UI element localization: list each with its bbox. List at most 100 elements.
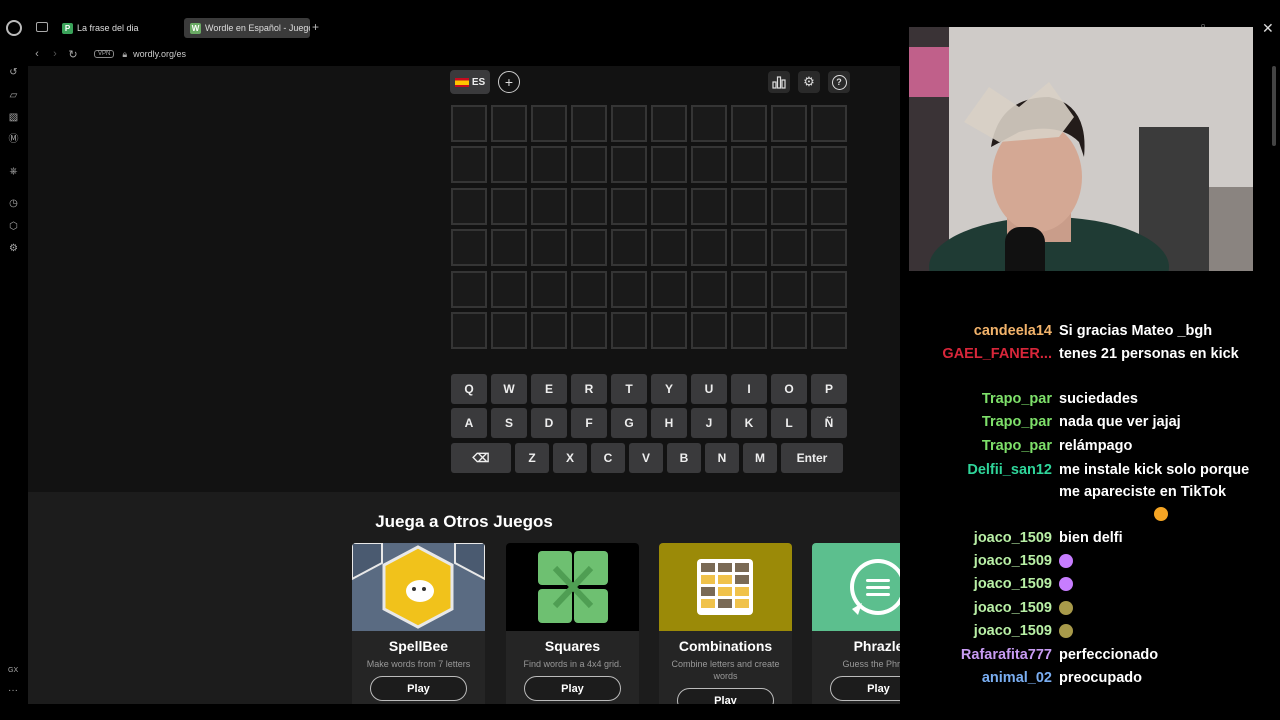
key-j[interactable]: J bbox=[691, 408, 727, 438]
stats-icon[interactable] bbox=[768, 71, 790, 93]
clock-icon[interactable]: ◷ bbox=[8, 198, 19, 209]
settings-gear-icon[interactable]: ⚙ bbox=[798, 71, 820, 93]
game-name: SpellBee bbox=[388, 638, 449, 654]
game-description: Guess the Phrase bbox=[842, 659, 900, 669]
help-icon[interactable]: ? bbox=[828, 71, 850, 93]
chat-username[interactable]: Trapo_par bbox=[982, 411, 1052, 433]
forward-icon[interactable]: › bbox=[46, 48, 64, 60]
page-scrollbar[interactable] bbox=[1272, 66, 1276, 146]
play-button-spellbee[interactable]: Play bbox=[370, 676, 467, 701]
letter-cell bbox=[731, 146, 767, 184]
letter-cell bbox=[451, 229, 487, 267]
chat-username[interactable]: joaco_1509 bbox=[974, 527, 1052, 549]
chat-username[interactable]: animal_02 bbox=[982, 667, 1052, 689]
key-l[interactable]: L bbox=[771, 408, 807, 438]
chat-username[interactable]: joaco_1509 bbox=[974, 573, 1052, 595]
chat-username[interactable]: Delfii_san12 bbox=[967, 459, 1052, 481]
key-d[interactable]: D bbox=[531, 408, 567, 438]
language-label: ES bbox=[471, 76, 486, 88]
key-ñ[interactable]: Ñ bbox=[811, 408, 847, 438]
play-button-phrazle[interactable]: Play bbox=[830, 676, 900, 701]
play-button-combinations[interactable]: Play bbox=[677, 688, 774, 704]
letter-cell bbox=[651, 311, 687, 349]
tab-wordle-espanol[interactable]: W Wordle en Español - Juego bbox=[184, 18, 310, 38]
letter-cell bbox=[451, 146, 487, 184]
letter-cell bbox=[491, 187, 527, 225]
key-o[interactable]: O bbox=[771, 374, 807, 404]
key-g[interactable]: G bbox=[611, 408, 647, 438]
key-e[interactable]: E bbox=[531, 374, 567, 404]
letter-cell bbox=[811, 229, 847, 267]
tab-label: Wordle en Español - Juego bbox=[205, 23, 310, 33]
key-v[interactable]: V bbox=[629, 443, 663, 473]
tab-islands-icon[interactable] bbox=[36, 22, 48, 32]
game-card-phrazle[interactable]: Phrazle Guess the Phrase Play bbox=[812, 543, 900, 704]
key-r[interactable]: R bbox=[571, 374, 607, 404]
reload-icon[interactable]: ↻ bbox=[64, 48, 82, 61]
extensions-icon[interactable]: ⬡ bbox=[8, 221, 19, 232]
messenger-icon[interactable]: Ⓜ bbox=[8, 134, 19, 145]
game-card-squares[interactable]: Squares Find words in a 4x4 grid. Play bbox=[506, 543, 639, 704]
close-window-icon[interactable]: ✕ bbox=[1262, 20, 1274, 37]
key-s[interactable]: S bbox=[491, 408, 527, 438]
settings-icon[interactable]: ⚙ bbox=[8, 243, 19, 254]
language-selector[interactable]: ES bbox=[450, 70, 490, 94]
chatgpt-icon[interactable]: ⎈ bbox=[8, 166, 19, 177]
key-f[interactable]: F bbox=[571, 408, 607, 438]
game-card-spellbee[interactable]: SpellBee Make words from 7 letters Play bbox=[352, 543, 485, 704]
key-m[interactable]: M bbox=[743, 443, 777, 473]
more-icon[interactable]: ··· bbox=[8, 685, 18, 696]
game-name: Combinations bbox=[678, 638, 773, 654]
history-icon[interactable]: ↺ bbox=[8, 67, 19, 78]
vpn-badge[interactable]: VPN bbox=[94, 50, 115, 58]
key-backspace[interactable]: ⌫ bbox=[451, 443, 511, 473]
key-y[interactable]: Y bbox=[651, 374, 687, 404]
key-z[interactable]: Z bbox=[515, 443, 549, 473]
key-n[interactable]: N bbox=[705, 443, 739, 473]
url-field[interactable]: wordly.org/es bbox=[133, 49, 186, 59]
lock-icon[interactable]: 🔒︎ bbox=[122, 49, 127, 60]
chat-username[interactable]: candeela14 bbox=[974, 320, 1052, 342]
address-bar: ‹ › ↻ VPN 🔒︎ wordly.org/es bbox=[28, 42, 900, 66]
twitch-icon[interactable]: ▧ bbox=[8, 112, 19, 123]
key-k[interactable]: K bbox=[731, 408, 767, 438]
chat-username[interactable]: GAEL_FANER... bbox=[942, 343, 1052, 365]
key-u[interactable]: U bbox=[691, 374, 727, 404]
key-w[interactable]: W bbox=[491, 374, 527, 404]
key-t[interactable]: T bbox=[611, 374, 647, 404]
shopping-icon[interactable]: ▱ bbox=[8, 90, 19, 101]
key-enter[interactable]: Enter bbox=[781, 443, 843, 473]
chat-username[interactable]: Trapo_par bbox=[982, 435, 1052, 457]
new-tab-button[interactable]: + bbox=[312, 20, 319, 34]
letter-cell bbox=[771, 229, 807, 267]
key-i[interactable]: I bbox=[731, 374, 767, 404]
key-b[interactable]: B bbox=[667, 443, 701, 473]
tab-la-frase-del-dia[interactable]: P La frase del dia bbox=[56, 18, 180, 38]
key-a[interactable]: A bbox=[451, 408, 487, 438]
game-description: Make words from 7 letters bbox=[366, 659, 471, 669]
back-icon[interactable]: ‹ bbox=[28, 48, 46, 60]
letter-cell bbox=[531, 146, 567, 184]
key-x[interactable]: X bbox=[553, 443, 587, 473]
key-h[interactable]: H bbox=[651, 408, 687, 438]
letter-cell bbox=[651, 105, 687, 142]
chat-username[interactable]: Rafarafita777 bbox=[961, 644, 1052, 666]
chat-username[interactable]: joaco_1509 bbox=[974, 550, 1052, 572]
letter-cell bbox=[571, 105, 607, 142]
chat-username[interactable]: joaco_1509 bbox=[974, 620, 1052, 642]
play-button-squares[interactable]: Play bbox=[524, 676, 621, 701]
game-card-combinations[interactable]: Combinations Combine letters and create … bbox=[659, 543, 792, 704]
opera-gx-logo-icon[interactable] bbox=[6, 20, 22, 36]
key-p[interactable]: P bbox=[811, 374, 847, 404]
letter-cell bbox=[691, 311, 727, 349]
new-game-plus-icon[interactable]: + bbox=[498, 71, 520, 93]
letter-cell bbox=[451, 311, 487, 349]
game-description: Find words in a 4x4 grid. bbox=[523, 659, 622, 669]
letter-cell bbox=[731, 270, 767, 308]
key-q[interactable]: Q bbox=[451, 374, 487, 404]
gx-control-icon[interactable]: GX bbox=[8, 667, 18, 674]
keyboard-row-1: QWERTYUIOP bbox=[451, 374, 851, 404]
chat-username[interactable]: Trapo_par bbox=[982, 388, 1052, 410]
key-c[interactable]: C bbox=[591, 443, 625, 473]
chat-username[interactable]: joaco_1509 bbox=[974, 597, 1052, 619]
